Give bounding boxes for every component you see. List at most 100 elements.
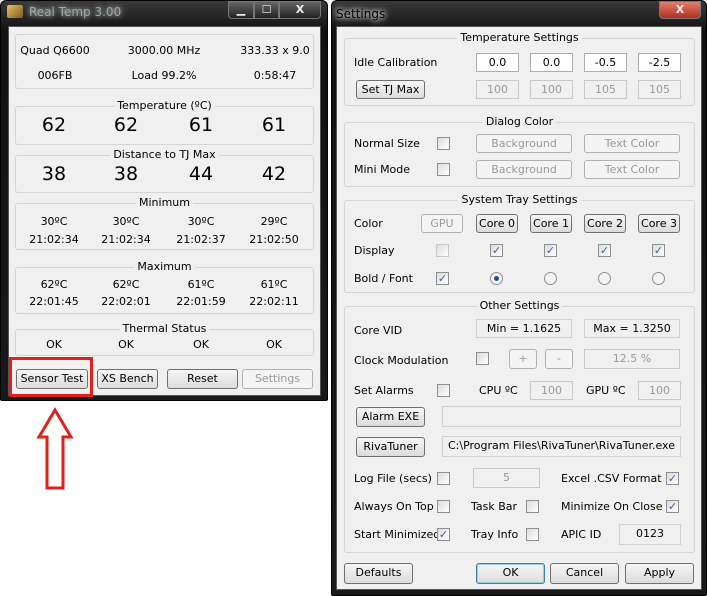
idle-calibration-input[interactable]: -0.5 bbox=[584, 53, 627, 72]
cancel-button[interactable]: Cancel bbox=[550, 563, 619, 584]
set-tj-max-button[interactable]: Set TJ Max bbox=[356, 80, 425, 99]
normal-size-checkbox[interactable] bbox=[437, 137, 450, 150]
minimize-on-close-checkbox[interactable]: ✓ bbox=[666, 500, 679, 513]
min-temp: 30ºC bbox=[112, 215, 140, 228]
min-time: 21:02:50 bbox=[249, 233, 299, 246]
log-file-label: Log File (secs) bbox=[354, 472, 432, 485]
core2-display-checkbox[interactable]: ✓ bbox=[598, 244, 611, 257]
max-time: 22:01:45 bbox=[29, 295, 79, 308]
xs-bench-button[interactable]: XS Bench bbox=[97, 369, 158, 389]
settings-window: Settings X Temperature Settings Idle Cal… bbox=[331, 0, 707, 596]
core3-font-radio[interactable] bbox=[652, 272, 665, 285]
minimum-group: Minimum 30ºC 30ºC 30ºC 29ºC 21:02:34 21:… bbox=[15, 196, 314, 250]
clock-plus-button[interactable]: + bbox=[509, 349, 537, 369]
core-temp: 62 bbox=[113, 114, 139, 136]
core-distance: 38 bbox=[113, 163, 139, 185]
bold-font-label: Bold / Font bbox=[354, 272, 413, 285]
log-file-checkbox[interactable] bbox=[437, 472, 450, 485]
min-time: 21:02:34 bbox=[29, 233, 79, 246]
mini-mode-checkbox[interactable] bbox=[437, 163, 450, 176]
clock-minus-button[interactable]: - bbox=[545, 349, 573, 369]
maximum-label: Maximum bbox=[134, 260, 195, 273]
settings-button[interactable]: Settings bbox=[242, 369, 313, 389]
tray-color-label: Color bbox=[354, 217, 383, 230]
close-button[interactable]: X bbox=[279, 1, 321, 19]
maximize-button[interactable]: ☐ bbox=[254, 1, 279, 19]
max-time: 22:01:59 bbox=[176, 295, 226, 308]
core2-font-radio[interactable] bbox=[598, 272, 611, 285]
normal-background-button[interactable]: Background bbox=[476, 134, 572, 153]
rivatuner-path[interactable]: C:\Program Files\RivaTuner\RivaTuner.exe bbox=[442, 436, 681, 457]
tj-max-input[interactable]: 100 bbox=[476, 80, 519, 99]
clock-modulation-checkbox[interactable] bbox=[476, 352, 489, 365]
always-on-top-checkbox[interactable] bbox=[437, 500, 450, 513]
max-temp: 61ºC bbox=[187, 278, 215, 291]
core-temp: 62 bbox=[41, 114, 67, 136]
other-settings-label: Other Settings bbox=[476, 299, 563, 312]
thermal-status: OK bbox=[46, 338, 62, 351]
max-temp: 62ºC bbox=[40, 278, 68, 291]
min-time: 21:02:34 bbox=[101, 233, 151, 246]
log-interval-input[interactable]: 5 bbox=[473, 468, 540, 488]
core0-font-radio[interactable] bbox=[490, 272, 503, 285]
mini-text-color-button[interactable]: Text Color bbox=[584, 160, 680, 179]
core0-color-button[interactable]: Core 0 bbox=[476, 214, 518, 233]
highlight-box bbox=[9, 357, 93, 397]
core2-color-button[interactable]: Core 2 bbox=[584, 214, 626, 233]
thermal-status-group: Thermal Status OK OK OK OK bbox=[15, 322, 314, 356]
distance-group: Distance to TJ Max 38 38 44 42 bbox=[15, 148, 314, 193]
normal-text-color-button[interactable]: Text Color bbox=[584, 134, 680, 153]
task-bar-checkbox[interactable] bbox=[526, 500, 539, 513]
reset-button[interactable]: Reset bbox=[167, 369, 238, 389]
cpu-frequency: 3000.00 MHz bbox=[127, 44, 201, 57]
apply-button[interactable]: Apply bbox=[625, 563, 694, 584]
core-distance: 38 bbox=[41, 163, 67, 185]
minimize-button[interactable]: ▁ bbox=[228, 1, 254, 19]
gpu-color-button[interactable]: GPU bbox=[421, 214, 463, 233]
tj-max-input[interactable]: 105 bbox=[584, 80, 627, 99]
max-time: 22:02:01 bbox=[101, 295, 151, 308]
alarm-exe-path[interactable] bbox=[442, 406, 681, 427]
cpu-info-group: Quad Q6600 3000.00 MHz 333.33 x 9.0 006F… bbox=[15, 34, 314, 89]
idle-calibration-input[interactable]: 0.0 bbox=[476, 53, 519, 72]
core1-color-button[interactable]: Core 1 bbox=[530, 214, 572, 233]
thermal-status: OK bbox=[266, 338, 282, 351]
start-minimized-checkbox[interactable]: ✓ bbox=[437, 528, 450, 541]
tray-info-checkbox[interactable] bbox=[526, 528, 539, 541]
tj-max-input[interactable]: 100 bbox=[530, 80, 573, 99]
idle-calibration-input[interactable]: 0.0 bbox=[530, 53, 573, 72]
mini-background-button[interactable]: Background bbox=[476, 160, 572, 179]
settings-close-button[interactable]: X bbox=[659, 1, 701, 19]
app-logo-icon bbox=[7, 5, 23, 18]
tray-info-label: Tray Info bbox=[471, 528, 519, 541]
idle-calibration-input[interactable]: -2.5 bbox=[638, 53, 681, 72]
alarm-exe-button[interactable]: Alarm EXE bbox=[356, 407, 425, 427]
core1-display-checkbox[interactable]: ✓ bbox=[544, 244, 557, 257]
defaults-button[interactable]: Defaults bbox=[344, 563, 413, 584]
core-vid-label: Core VID bbox=[354, 324, 403, 337]
core-temp: 61 bbox=[188, 114, 214, 136]
window-title: Real Temp 3.00 bbox=[29, 5, 122, 19]
cpu-alarm-input[interactable]: 100 bbox=[530, 381, 573, 400]
gpu-display-checkbox[interactable] bbox=[436, 244, 449, 257]
settings-title: Settings bbox=[336, 7, 386, 21]
ok-button[interactable]: OK bbox=[476, 563, 545, 584]
dialog-color-group: Dialog Color Normal Size Background Text… bbox=[344, 115, 695, 187]
maximum-group: Maximum 62ºC 62ºC 61ºC 61ºC 22:01:45 22:… bbox=[15, 260, 314, 314]
minimize-on-close-label: Minimize On Close bbox=[561, 500, 663, 513]
gpu-alarm-input[interactable]: 100 bbox=[638, 381, 681, 400]
set-alarms-checkbox[interactable] bbox=[437, 384, 450, 397]
core3-color-button[interactable]: Core 3 bbox=[638, 214, 680, 233]
core0-display-checkbox[interactable]: ✓ bbox=[490, 244, 503, 257]
tj-max-input[interactable]: 105 bbox=[638, 80, 681, 99]
clock-percent-field: 12.5 % bbox=[584, 349, 680, 369]
core3-display-checkbox[interactable]: ✓ bbox=[652, 244, 665, 257]
min-temp: 30ºC bbox=[40, 215, 68, 228]
bold-font-checkbox[interactable]: ✓ bbox=[436, 272, 449, 285]
excel-csv-checkbox[interactable]: ✓ bbox=[666, 472, 679, 485]
rivatuner-button[interactable]: RivaTuner bbox=[356, 437, 425, 457]
core1-font-radio[interactable] bbox=[544, 272, 557, 285]
excel-csv-label: Excel .CSV Format bbox=[561, 472, 662, 485]
core-temp: 61 bbox=[261, 114, 287, 136]
set-alarms-label: Set Alarms bbox=[354, 384, 414, 397]
